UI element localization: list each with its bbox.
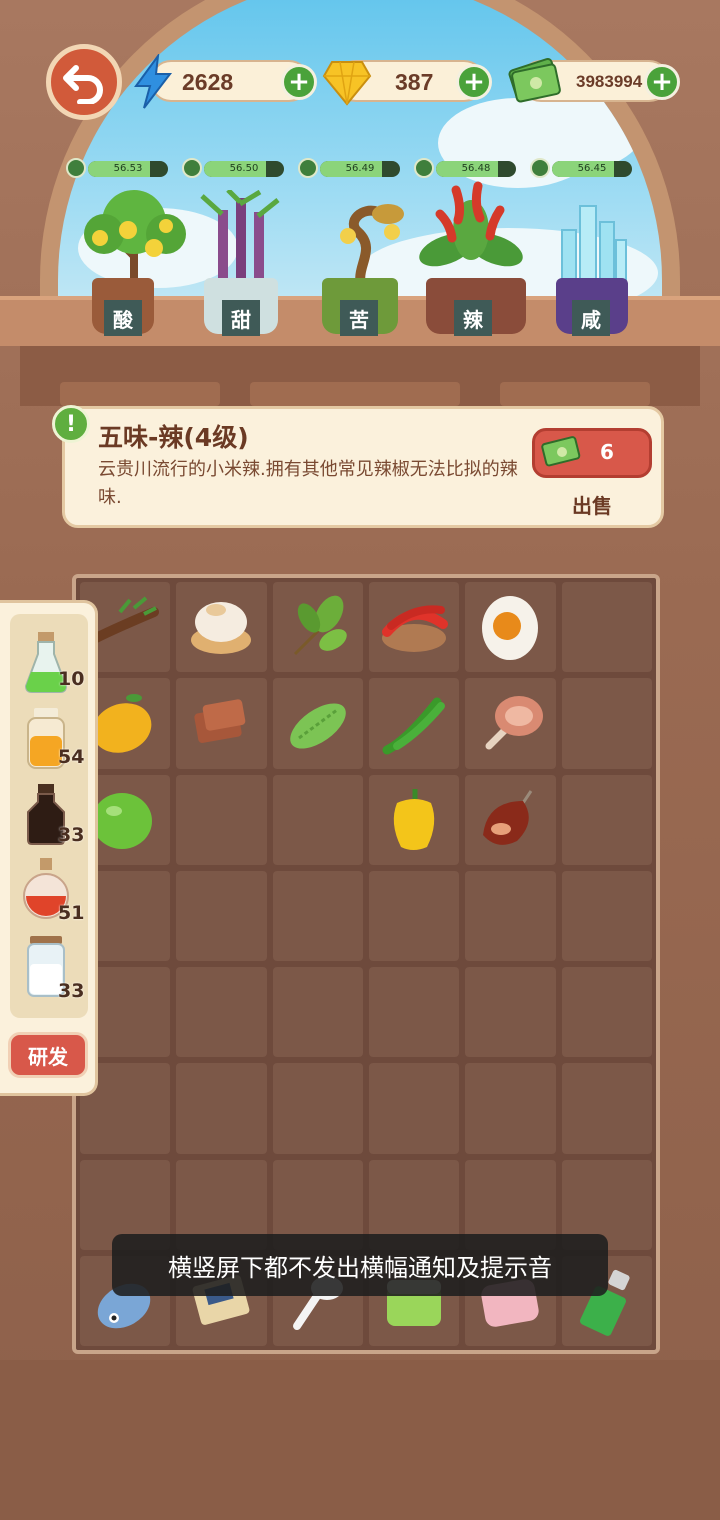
chili-plant[interactable] — [416, 180, 526, 292]
inventory-cell[interactable] — [176, 678, 267, 769]
plant-timer: 56.53 — [66, 158, 170, 178]
timer-text: 56.48 — [461, 163, 491, 174]
item-title: 五味-辣(4级) — [98, 423, 249, 452]
tea-leaves-item[interactable] — [283, 592, 353, 662]
inventory-cell[interactable] — [176, 967, 267, 1058]
gem-icon — [322, 61, 372, 106]
inventory-cell[interactable] — [369, 774, 460, 865]
inventory-cell[interactable] — [272, 678, 363, 769]
info-icon: ! — [52, 405, 90, 443]
cash-value: 3983994 — [576, 72, 643, 91]
gems-value: 387 — [395, 69, 434, 95]
toast-notification: 横竖屏下都不发出横幅通知及提示音 — [112, 1234, 608, 1296]
lime-item[interactable] — [90, 785, 160, 855]
plant-timer: 56.49 — [298, 158, 402, 178]
drawer — [250, 382, 460, 406]
clock-icon — [414, 158, 434, 178]
drawer — [500, 382, 650, 406]
ham-item[interactable] — [475, 688, 545, 758]
inventory-cell[interactable] — [465, 1063, 556, 1154]
brown-sugar-item[interactable] — [186, 688, 256, 758]
timer-text: 56.45 — [577, 163, 607, 174]
inventory-grid — [80, 582, 652, 1346]
inventory-cell[interactable] — [272, 1063, 363, 1154]
plant-timer: 56.45 — [530, 158, 634, 178]
add-gems-button[interactable]: + — [456, 64, 492, 100]
clock-icon — [182, 158, 202, 178]
ingredient-count: 33 — [58, 824, 85, 846]
inventory-cell[interactable] — [465, 582, 556, 673]
cash-icon — [541, 436, 581, 467]
inventory-cell[interactable] — [465, 870, 556, 961]
sugarcane-plant[interactable] — [198, 190, 286, 290]
inventory-cell[interactable] — [272, 870, 363, 961]
item-description: 云贵川流行的小米辣.拥有其他常见辣椒无法比拟的辣味. — [98, 459, 518, 508]
inventory-cell[interactable] — [465, 774, 556, 865]
plant-timer: 56.48 — [414, 158, 518, 178]
timer-text: 56.50 — [229, 163, 259, 174]
energy-value: 2628 — [182, 69, 234, 95]
inventory-cell[interactable] — [176, 774, 267, 865]
inventory-cell[interactable] — [369, 870, 460, 961]
back-button[interactable] — [46, 44, 122, 120]
plant-label-spicy: 辣 — [454, 300, 492, 336]
floor — [0, 1360, 720, 1520]
sell-label: 出售 — [572, 494, 612, 518]
inventory-cell[interactable] — [561, 1063, 652, 1154]
inventory-cell[interactable] — [465, 967, 556, 1058]
clock-icon — [530, 158, 550, 178]
plant-timer: 56.50 — [182, 158, 286, 178]
sell-price: 6 — [600, 440, 614, 464]
inventory-cell[interactable] — [369, 1063, 460, 1154]
inventory-cell[interactable] — [561, 582, 652, 673]
plant-label-sour: 酸 — [104, 300, 142, 336]
inventory-cell[interactable] — [561, 870, 652, 961]
yellow-pepper-item[interactable] — [379, 785, 449, 855]
inventory-cell[interactable] — [176, 870, 267, 961]
chili-bowl-item[interactable] — [379, 592, 449, 662]
ingredient-count: 10 — [58, 668, 85, 690]
plant-label-bitter: 苦 — [340, 300, 378, 336]
inventory-cell[interactable] — [272, 774, 363, 865]
mango-item[interactable] — [90, 688, 160, 758]
clock-icon — [66, 158, 86, 178]
ingredient-count: 33 — [58, 980, 85, 1002]
inventory-cell[interactable] — [369, 967, 460, 1058]
research-button[interactable]: 研发 — [8, 1032, 88, 1078]
timer-text: 56.53 — [113, 163, 143, 174]
plant-label-sweet: 甜 — [222, 300, 260, 336]
inventory-cell[interactable] — [369, 678, 460, 769]
inventory-cell[interactable] — [465, 678, 556, 769]
timer-text: 56.49 — [345, 163, 375, 174]
add-cash-button[interactable]: + — [644, 64, 680, 100]
ingredient-count: 54 — [58, 746, 85, 768]
inventory-cell[interactable] — [176, 582, 267, 673]
cash-icon — [508, 57, 561, 103]
inventory-cell[interactable] — [561, 678, 652, 769]
cured-meat-item[interactable] — [475, 785, 545, 855]
back-arrow-icon — [63, 65, 103, 104]
lightning-icon — [134, 54, 173, 109]
salt-crystal-plant[interactable] — [552, 200, 632, 290]
add-energy-button[interactable]: + — [281, 64, 317, 100]
bitter-melon-item[interactable] — [283, 688, 353, 758]
drawer — [60, 382, 220, 406]
salted-egg-item[interactable] — [475, 592, 545, 662]
inventory-cell[interactable] — [561, 774, 652, 865]
tamarind-item[interactable] — [90, 592, 160, 662]
inventory-cell[interactable] — [561, 967, 652, 1058]
cream-puff-item[interactable] — [186, 592, 256, 662]
inventory-cell[interactable] — [176, 1063, 267, 1154]
plant-label-salty: 咸 — [572, 300, 610, 336]
inventory-cell[interactable] — [272, 582, 363, 673]
inventory-cell[interactable] — [369, 582, 460, 673]
bitter-gourd-plant[interactable] — [318, 192, 414, 292]
ingredient-count: 51 — [58, 902, 85, 924]
green-pepper-item[interactable] — [379, 688, 449, 758]
clock-icon — [298, 158, 318, 178]
inventory-cell[interactable] — [272, 967, 363, 1058]
